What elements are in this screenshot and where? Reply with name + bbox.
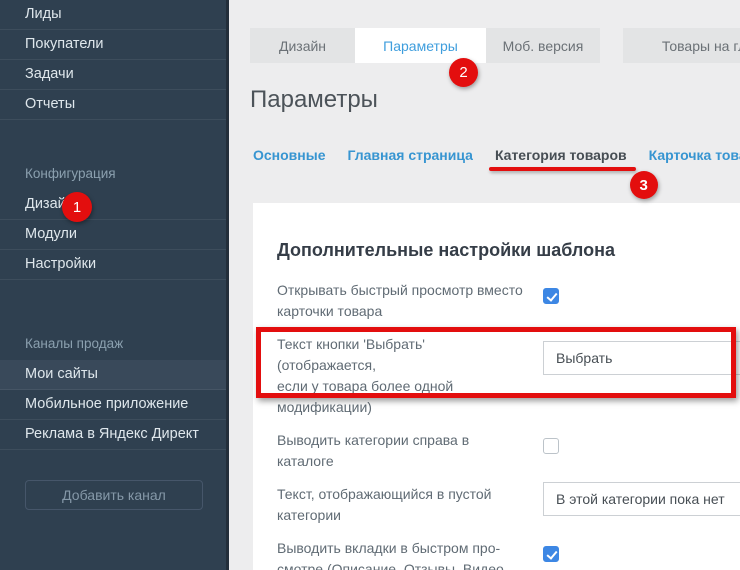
subtab-product-category-label: Категория товаров: [495, 147, 627, 163]
sidebar-item-leads[interactable]: Лиды: [0, 0, 226, 30]
tab-products-on-main[interactable]: Товары на гла: [623, 28, 740, 63]
annotation-step-1-badge: 1: [62, 192, 92, 222]
sidebar-item-my-sites[interactable]: Мои сайты: [0, 360, 226, 390]
settings-row-select-button-text: Текст кнопки 'Выбрать' (отображается, ес…: [277, 334, 740, 418]
page-title: Параметры: [250, 86, 378, 114]
sidebar-item-reports[interactable]: Отчеты: [0, 90, 226, 120]
sub-tabs: Основные Главная страница Категория това…: [253, 147, 740, 163]
settings-row-categories-right: Выводить категории справа в каталоге: [277, 430, 740, 472]
sidebar-item-modules[interactable]: Модули: [0, 220, 226, 250]
quick-view-checkbox[interactable]: [543, 288, 559, 304]
categories-right-checkbox[interactable]: [543, 438, 559, 454]
sidebar-item-customers[interactable]: Покупатели: [0, 30, 226, 60]
annotation-step-2-badge: 2: [449, 58, 478, 87]
setting-label: Текст кнопки 'Выбрать' (отображается, ес…: [277, 334, 527, 418]
subtab-product-category[interactable]: Категория товаров 3: [495, 147, 627, 163]
quick-view-tabs-checkbox[interactable]: [543, 546, 559, 562]
settings-row-quick-view: Открывать быстрый просмотр вместо карточ…: [277, 280, 740, 322]
sidebar-item-yandex-direct[interactable]: Реклама в Яндекс Директ: [0, 420, 226, 450]
sidebar-item-mobile-app[interactable]: Мобильное приложение: [0, 390, 226, 420]
tab-design[interactable]: Дизайн: [250, 28, 355, 63]
tab-parameters-label: Параметры: [383, 38, 458, 54]
tab-mobile-version[interactable]: Моб. версия: [486, 28, 600, 63]
setting-label: Выводить категории справа в каталоге: [277, 430, 527, 472]
setting-label: Открывать быстрый просмотр вместо карточ…: [277, 280, 527, 322]
subtab-general[interactable]: Основные: [253, 147, 326, 163]
tab-spacer: [600, 28, 623, 63]
settings-row-empty-category-text: Текст, отображающийся в пустой категории: [277, 484, 740, 526]
select-button-text-input[interactable]: [543, 341, 740, 375]
add-channel-button[interactable]: Добавить канал: [25, 480, 203, 510]
setting-label: Текст, отображающийся в пустой категории: [277, 484, 527, 526]
sidebar-item-tasks[interactable]: Задачи: [0, 60, 226, 90]
top-tabs: Дизайн Параметры 2 Моб. версия Товары на…: [250, 28, 740, 63]
setting-label: Выводить вкладки в быстром про- смотре (…: [277, 538, 527, 570]
sidebar-section-sales-channels: Каналы продаж: [0, 280, 226, 360]
annotation-underline: [489, 167, 636, 171]
sidebar-item-settings[interactable]: Настройки: [0, 250, 226, 280]
panel-heading: Дополнительные настройки шаблона: [277, 240, 740, 261]
settings-row-quick-view-tabs: Выводить вкладки в быстром про- смотре (…: [277, 538, 740, 570]
sidebar-section-configuration: Конфигурация: [0, 120, 226, 190]
sidebar: Лиды Покупатели Задачи Отчеты Конфигурац…: [0, 0, 229, 570]
sidebar-item-design[interactable]: Дизайн 1: [0, 190, 226, 220]
subtab-product-card[interactable]: Карточка товара: [649, 147, 740, 163]
subtab-home-page[interactable]: Главная страница: [348, 147, 473, 163]
empty-category-text-input[interactable]: [543, 482, 740, 516]
settings-panel: Дополнительные настройки шаблона Открыва…: [253, 203, 740, 570]
tab-parameters[interactable]: Параметры 2: [355, 28, 486, 63]
annotation-step-3-badge: 3: [630, 171, 658, 199]
